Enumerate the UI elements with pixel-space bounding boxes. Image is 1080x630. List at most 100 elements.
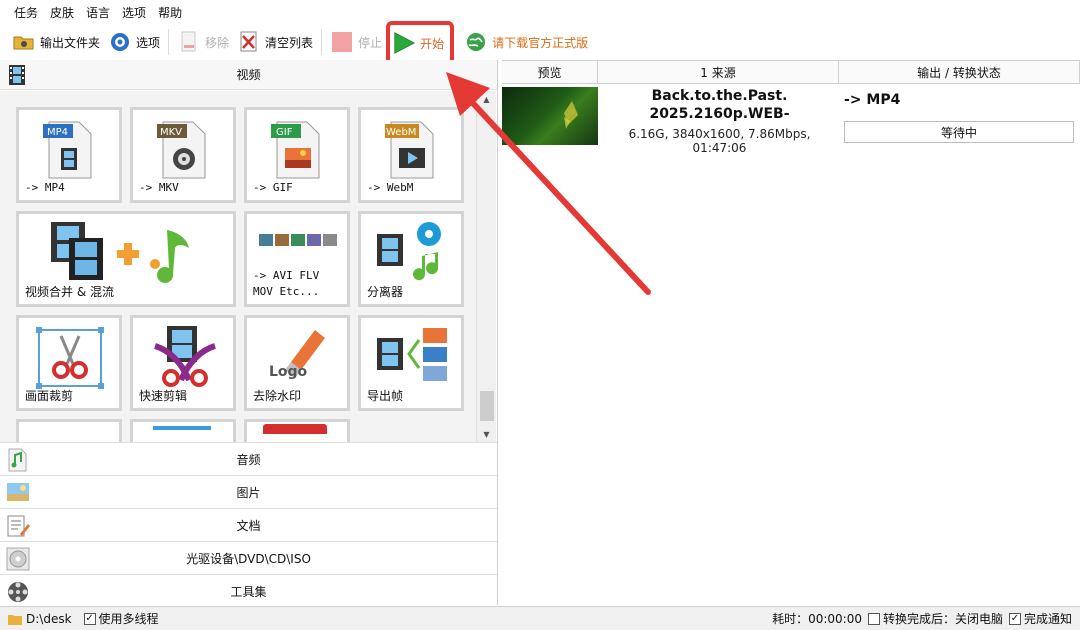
output-folder-button[interactable]: 输出文件夹 — [8, 27, 104, 57]
category-label: 工具集 — [230, 584, 267, 599]
tile-other-formats[interactable]: -> AVI FLV MOV Etc... — [244, 211, 350, 307]
tile-label: -> GIF — [253, 181, 293, 194]
tile-label: 分离器 — [367, 285, 404, 299]
tile-to-mkv[interactable]: MKV -> MKV — [130, 107, 236, 203]
tile-label: -> AVI FLV MOV Etc... — [253, 269, 320, 298]
scroll-thumb[interactable] — [480, 391, 494, 421]
output-format: -> MP4 — [844, 92, 901, 108]
tile-label: 去除水印 — [253, 389, 302, 403]
status-bar: D:\desk ✓ 使用多线程 耗时：00:00:00 转换完成后：关闭电脑 ✓… — [0, 606, 1080, 630]
menu-skin[interactable]: 皮肤 — [44, 4, 80, 21]
download-official-link[interactable]: 请下载官方正式版 — [460, 27, 592, 57]
crop-icon — [35, 326, 105, 393]
splitter-icon — [375, 220, 451, 287]
svg-text:MKV: MKV — [160, 127, 182, 138]
folder-icon — [12, 30, 36, 54]
remove-button[interactable]: 移除 — [173, 27, 233, 57]
scroll-up-icon[interactable]: ▲ — [477, 91, 496, 107]
remove-icon — [177, 30, 201, 54]
webm-file-icon: WebM — [383, 120, 439, 183]
mkv-file-icon: MKV — [155, 120, 211, 183]
multithread-checkbox[interactable]: ✓ — [83, 612, 96, 625]
globe-icon — [464, 30, 488, 54]
notify-checkbox[interactable]: ✓ — [1008, 612, 1021, 625]
category-document[interactable]: 文档 — [0, 508, 497, 541]
task-row[interactable]: Back.to.the.Past. 2025.2160p.WEB- 6.16G,… — [502, 87, 1080, 155]
video-tools-grid: MP4 -> MP4 MKV -> MKV GIF -> GIF WebM ->… — [0, 91, 476, 442]
tile-export-frames[interactable]: 导出帧 — [358, 315, 464, 411]
toolset-icon — [6, 580, 30, 604]
tile-partial[interactable] — [244, 419, 350, 442]
document-icon — [6, 514, 30, 538]
clear-list-button[interactable]: 清空列表 — [233, 27, 317, 57]
scroll-down-icon[interactable]: ▼ — [477, 426, 496, 442]
tile-label: -> MKV — [139, 181, 179, 194]
stop-button[interactable]: 停止 — [326, 27, 386, 57]
multithread-label: 使用多线程 — [98, 612, 159, 626]
tile-partial[interactable] — [16, 419, 122, 442]
partial-tile-icon — [263, 424, 327, 434]
tile-quick-clip[interactable]: 快速剪辑 — [130, 315, 236, 411]
category-picture[interactable]: 图片 — [0, 475, 497, 508]
options-icon — [108, 30, 132, 54]
category-disc[interactable]: 光驱设备\DVD\CD\ISO — [0, 541, 497, 574]
other-formats-icon — [259, 232, 339, 251]
menu-bar: 任务 皮肤 语言 选项 帮助 — [0, 0, 1080, 24]
quick-clip-icon — [149, 324, 221, 391]
film-icon — [6, 64, 28, 86]
tools-scrollbar[interactable]: ▲ ▼ — [476, 91, 496, 442]
tile-partial[interactable] — [130, 419, 236, 442]
menu-options[interactable]: 选项 — [116, 4, 152, 21]
tile-splitter[interactable]: 分离器 — [358, 211, 464, 307]
elapsed-time: 耗时：00:00:00 — [772, 612, 862, 626]
column-output-status[interactable]: 输出 / 转换状态 — [839, 61, 1080, 83]
menu-task[interactable]: 任务 — [8, 4, 44, 21]
toolbar: 输出文件夹 选项 移除 清空列表 停止 开始 请下载官方正式版 — [0, 21, 1080, 65]
svg-text:MP4: MP4 — [47, 127, 68, 138]
category-video-label: 视频 — [236, 68, 261, 82]
category-toolset[interactable]: 工具集 — [0, 574, 497, 607]
tile-label: 导出帧 — [367, 389, 404, 403]
after-convert-label: 转换完成后：关闭电脑 — [882, 612, 1003, 626]
tile-to-webm[interactable]: WebM -> WebM — [358, 107, 464, 203]
category-video-header[interactable]: 视频 — [0, 60, 497, 90]
source-file-info: 6.16G, 3840x1600, 7.86Mbps, 01:47:06 — [628, 127, 811, 155]
toolbar-divider — [321, 29, 323, 55]
options-label: 选项 — [136, 35, 161, 50]
category-label: 光驱设备\DVD\CD\ISO — [186, 551, 311, 566]
output-path[interactable]: D:\desk — [26, 612, 72, 626]
clear-list-icon — [237, 30, 261, 54]
remove-label: 移除 — [205, 35, 230, 50]
download-official-label: 请下载官方正式版 — [492, 35, 589, 50]
menu-help[interactable]: 帮助 — [152, 4, 188, 21]
audio-icon — [6, 448, 30, 472]
status-badge: 等待中 — [844, 121, 1074, 143]
category-list: 音频 图片 文档 光驱设备\DVD\CD\ISO 工具集 — [0, 442, 497, 607]
source-file-name: Back.to.the.Past. 2025.2160p.WEB- — [649, 88, 790, 122]
tile-remove-watermark[interactable]: Logo 去除水印 — [244, 315, 350, 411]
category-label: 图片 — [236, 485, 261, 500]
tile-label: 快速剪辑 — [139, 389, 188, 403]
column-source[interactable]: 1 来源 — [598, 61, 839, 83]
menu-language[interactable]: 语言 — [80, 4, 116, 21]
clear-list-label: 清空列表 — [265, 35, 314, 50]
export-frames-icon — [375, 326, 451, 389]
tile-to-gif[interactable]: GIF -> GIF — [244, 107, 350, 203]
mp4-file-icon: MP4 — [41, 120, 97, 183]
svg-text:GIF: GIF — [276, 127, 293, 138]
play-icon — [392, 31, 416, 55]
video-merge-icon — [47, 220, 207, 287]
tile-label: 画面裁剪 — [25, 389, 74, 403]
start-button[interactable]: 开始 — [386, 21, 455, 65]
tile-to-mp4[interactable]: MP4 -> MP4 — [16, 107, 122, 203]
category-audio[interactable]: 音频 — [0, 442, 497, 475]
options-button[interactable]: 选项 — [104, 27, 164, 57]
tile-video-merge[interactable]: 视频合并 & 混流 — [16, 211, 236, 307]
tile-crop[interactable]: 画面裁剪 — [16, 315, 122, 411]
video-preview-thumbnail — [502, 87, 598, 145]
after-convert-checkbox[interactable] — [867, 612, 880, 625]
toolbar-divider — [168, 29, 170, 55]
partial-tile-icon — [153, 426, 211, 430]
column-preview[interactable]: 预览 — [502, 61, 598, 83]
notify-label: 完成通知 — [1023, 612, 1072, 626]
